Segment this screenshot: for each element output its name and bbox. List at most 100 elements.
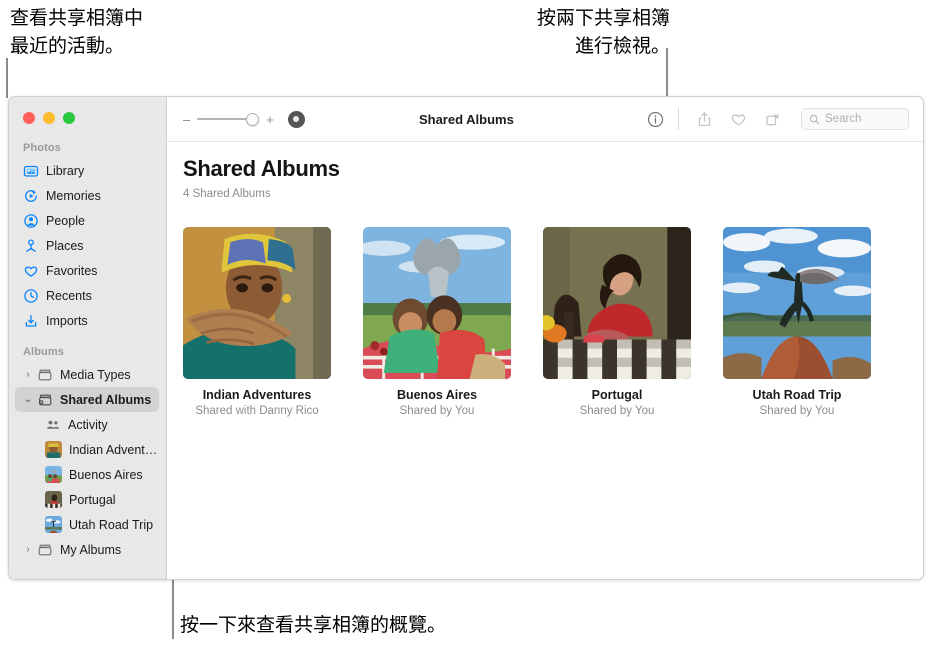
- heart-icon: [23, 263, 39, 279]
- sidebar-item-label: Media Types: [60, 367, 131, 382]
- toolbar-separator: [678, 108, 679, 130]
- album-artwork[interactable]: [183, 227, 331, 379]
- album-artwork[interactable]: [363, 227, 511, 379]
- sidebar-item-label: Indian Advent…: [69, 442, 158, 457]
- sidebar-item-my-albums[interactable]: › My Albums: [9, 537, 166, 562]
- sidebar-item-label: Places: [46, 238, 84, 253]
- info-button[interactable]: [638, 111, 672, 128]
- sidebar-item-label: Library: [46, 163, 85, 178]
- sidebar-item-shared-albums[interactable]: ⌄ Shared Albums: [15, 387, 159, 412]
- heart-icon: [731, 113, 745, 125]
- album-artwork[interactable]: [723, 227, 871, 379]
- album-thumbnail: [45, 466, 62, 483]
- close-button[interactable]: [23, 112, 35, 124]
- sidebar-item-label: Buenos Aires: [69, 467, 143, 482]
- clock-icon: [23, 288, 39, 304]
- favorite-button[interactable]: [721, 111, 755, 128]
- info-icon: [647, 111, 663, 127]
- sidebar-item-label: People: [46, 213, 85, 228]
- sidebar-item-memories[interactable]: Memories: [9, 183, 166, 208]
- toolbar-actions: [638, 108, 789, 130]
- album-share-status: Shared by You: [399, 405, 475, 417]
- sidebar-item-activity[interactable]: Activity: [9, 412, 166, 437]
- album-thumbnail: [45, 441, 62, 458]
- sidebar-item-places[interactable]: Places: [9, 233, 166, 258]
- sidebar-item-label: Activity: [68, 417, 108, 432]
- callout-top-left: 查看共享相簿中 最近的活動。: [10, 7, 144, 57]
- sidebar: Photos Library Memories People Places Fa…: [9, 97, 167, 579]
- sidebar-item-label: Memories: [46, 188, 101, 203]
- sidebar-item-label: Utah Road Trip: [69, 517, 154, 532]
- sidebar-item-label: Favorites: [46, 263, 98, 278]
- album-card[interactable]: Portugal Shared by You: [543, 227, 691, 417]
- callout-bottom: 按一下來查看共享相簿的概覽。: [180, 614, 447, 636]
- sidebar-item-label: My Albums: [60, 542, 122, 557]
- sidebar-item-favorites[interactable]: Favorites: [9, 258, 166, 283]
- sidebar-item-label: Shared Albums: [60, 392, 152, 407]
- zoom-control[interactable]: – +: [183, 112, 274, 126]
- search-field[interactable]: Search: [801, 108, 909, 130]
- album-card[interactable]: Indian Adventures Shared with Danny Rico: [183, 227, 331, 417]
- zoom-in-button[interactable]: +: [266, 113, 274, 126]
- sidebar-item-recents[interactable]: Recents: [9, 283, 166, 308]
- minimize-button[interactable]: [43, 112, 55, 124]
- album-artwork[interactable]: [543, 227, 691, 379]
- album-share-status: Shared by You: [759, 405, 835, 417]
- album-name: Indian Adventures: [202, 388, 312, 402]
- album-share-status: Shared with Danny Rico: [195, 405, 319, 417]
- chevron-right-icon[interactable]: ›: [23, 369, 33, 380]
- album-card[interactable]: Buenos Aires Shared by You: [363, 227, 511, 417]
- shared-album-icon: [37, 392, 53, 408]
- sidebar-item-indian-adventures[interactable]: Indian Advent…: [9, 437, 166, 462]
- rotate-button[interactable]: [755, 111, 789, 128]
- album-card[interactable]: Utah Road Trip Shared by You: [723, 227, 871, 417]
- memories-icon: [23, 188, 39, 204]
- sidebar-item-utah-road-trip[interactable]: Utah Road Trip: [9, 512, 166, 537]
- zoom-button[interactable]: [63, 112, 75, 124]
- places-icon: [23, 238, 39, 254]
- album-name: Buenos Aires: [396, 388, 478, 402]
- page-title: Shared Albums: [183, 156, 340, 181]
- sidebar-item-label: Imports: [46, 313, 88, 328]
- leader-line-bottom-vertical: [172, 607, 174, 639]
- sidebar-item-buenos-aires[interactable]: Buenos Aires: [9, 462, 166, 487]
- sidebar-item-imports[interactable]: Imports: [9, 308, 166, 333]
- album-share-status: Shared by You: [579, 405, 655, 417]
- import-icon: [23, 313, 39, 329]
- rotate-icon: [765, 113, 779, 125]
- callout-top-middle: 按兩下共享相簿 進行檢視。: [536, 7, 670, 57]
- slider-knob[interactable]: [246, 112, 260, 126]
- chevron-down-icon[interactable]: ⌄: [23, 394, 33, 405]
- album-count: 4 Shared Albums: [183, 188, 271, 200]
- share-button[interactable]: [687, 111, 721, 128]
- zoom-out-button[interactable]: –: [183, 113, 190, 126]
- album-thumbnail: [45, 516, 62, 533]
- content-area: Shared Albums 4 Shared Albums Indian Adv…: [167, 142, 923, 579]
- album-name: Portugal: [591, 388, 643, 402]
- sidebar-item-library[interactable]: Library: [9, 158, 166, 183]
- people-icon: [23, 213, 39, 229]
- window-controls: [9, 106, 166, 138]
- search-icon: [809, 114, 820, 124]
- sidebar-item-portugal[interactable]: Portugal: [9, 487, 166, 512]
- sidebar-item-media-types[interactable]: › Media Types: [9, 362, 166, 387]
- toolbar-title: Shared Albums: [418, 111, 514, 127]
- activity-icon: [45, 417, 61, 433]
- sidebar-item-people[interactable]: People: [9, 208, 166, 233]
- sidebar-item-label: Recents: [46, 288, 92, 303]
- search-placeholder: Search: [825, 113, 862, 125]
- photos-window: Photos Library Memories People Places Fa…: [8, 96, 924, 580]
- sidebar-item-label: Portugal: [69, 492, 116, 507]
- share-icon: [698, 111, 710, 126]
- leader-line-top-left: [6, 58, 8, 98]
- album-icon: [37, 542, 53, 558]
- zoom-slider[interactable]: [197, 112, 260, 126]
- main-area: – + Shared Albums Search Shared Albums 4…: [167, 97, 923, 579]
- albums-grid: Indian Adventures Shared with Danny Rico: [183, 227, 905, 417]
- chevron-right-icon[interactable]: ›: [23, 544, 33, 555]
- album-name: Utah Road Trip: [752, 388, 842, 402]
- sidebar-section-albums-header: Albums: [23, 346, 64, 358]
- library-icon: [23, 163, 39, 179]
- toolbar: – + Shared Albums Search: [167, 97, 923, 142]
- sidebar-section-photos-header: Photos: [23, 142, 61, 154]
